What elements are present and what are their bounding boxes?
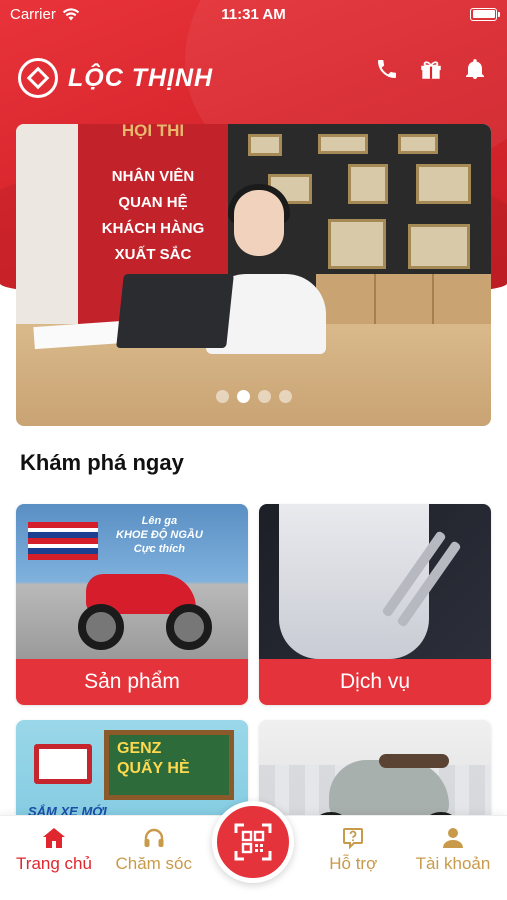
header-actions (373, 54, 489, 84)
tab-support[interactable]: Hỗ trợ (309, 826, 397, 900)
card-products-label: Sản phẩm (16, 659, 248, 705)
banner-board-line: HỘI THI (121, 124, 185, 140)
qr-scan-button[interactable] (212, 801, 294, 883)
wifi-icon (62, 7, 80, 20)
carousel-dot[interactable] (257, 390, 271, 403)
phone-icon[interactable] (373, 54, 401, 84)
card-services[interactable]: Dịch vụ (259, 504, 491, 705)
carousel-dots (16, 390, 491, 403)
carrier-label: Carrier (10, 5, 56, 23)
flag-graphic (28, 522, 98, 560)
card-products-image: Lên ga KHOE ĐỘ NGẦU Cực thích (16, 504, 248, 659)
tab-support-label: Hỗ trợ (329, 854, 378, 873)
promo-banner[interactable]: HỘI THI NHÂN VIÊN QUAN HỆ KHÁCH HÀNG XUẤ… (16, 124, 491, 426)
tab-account-label: Tài khoản (415, 854, 491, 873)
tagline-line: KHOE ĐỘ NGẦU (116, 529, 203, 541)
home-icon (41, 826, 67, 850)
card-services-image (259, 504, 491, 659)
banner-board-line: QUAN HỆ (118, 194, 188, 211)
wheel-graphic (166, 604, 212, 650)
genz-line: QUẨY HÈ (117, 760, 190, 777)
tagline-line: Cực thích (133, 543, 186, 555)
wheel-graphic (78, 604, 124, 650)
scooter-graphic (329, 760, 449, 820)
section-title: Khám phá ngay (20, 450, 184, 475)
qr-scan-icon (234, 823, 272, 861)
user-icon (440, 826, 466, 850)
banner-board-line: NHÂN VIÊN (111, 168, 195, 185)
genz-line: GENZ (117, 740, 162, 757)
tab-care[interactable]: Chăm sóc (110, 826, 198, 900)
carousel-dot[interactable] (236, 390, 250, 403)
status-carrier: Carrier (10, 6, 80, 23)
carousel-dot[interactable] (278, 390, 292, 403)
bell-icon[interactable] (461, 54, 489, 84)
banner-laptop (116, 274, 234, 348)
card-services-label: Dịch vụ (259, 659, 491, 705)
banner-board-line: XUẤT SẮC (114, 246, 192, 263)
brand-name: LỘC THỊNH (68, 63, 214, 92)
tab-home[interactable]: Trang chủ (10, 826, 98, 900)
brand-logo-icon (18, 58, 58, 98)
genz-board: GENZ QUẨY HÈ (104, 730, 234, 800)
headset-icon (141, 826, 167, 850)
tab-care-label: Chăm sóc (115, 854, 193, 873)
card-products-tagline: Lên ga KHOE ĐỘ NGẦU Cực thích (116, 514, 203, 556)
status-bar: Carrier 11:31 AM (0, 0, 507, 28)
tab-account[interactable]: Tài khoản (409, 826, 497, 900)
card-products[interactable]: Lên ga KHOE ĐỘ NGẦU Cực thích Sản phẩm (16, 504, 248, 705)
banner-person-head (234, 190, 284, 256)
tagline-line: Lên ga (141, 515, 178, 527)
tab-home-label: Trang chủ (16, 854, 92, 873)
help-icon (340, 826, 366, 850)
gift-icon[interactable] (417, 54, 445, 84)
scooter-seat (379, 754, 449, 768)
battery-icon (470, 7, 500, 21)
brand: LỘC THỊNH (18, 58, 213, 98)
carousel-dot[interactable] (215, 390, 229, 403)
laptop-graphic (34, 744, 92, 784)
banner-board-line: KHÁCH HÀNG (101, 220, 205, 237)
